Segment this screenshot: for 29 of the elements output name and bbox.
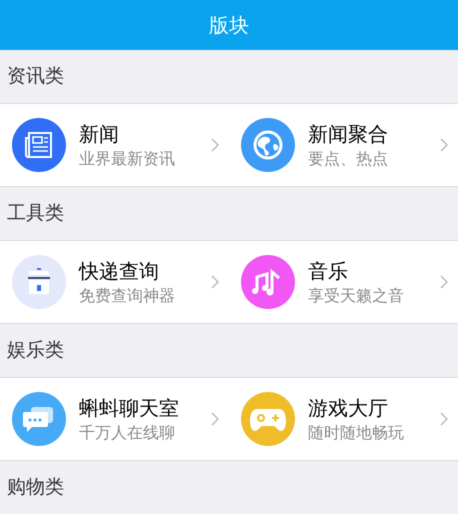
item-title: 新闻 — [79, 121, 120, 148]
category-item[interactable]: 新闻 业界最新资讯 — [0, 104, 229, 186]
item-title: 音乐 — [308, 258, 349, 285]
section-title: 资讯类 — [7, 64, 64, 90]
category-item[interactable]: 新闻聚合 要点、热点 — [229, 104, 458, 186]
chevron-right-icon — [211, 412, 219, 426]
chevron-right-icon — [440, 275, 448, 289]
category-item[interactable]: 快递查询 免费查询神器 — [0, 241, 229, 323]
chevron-right-icon — [440, 412, 448, 426]
item-title: 新闻聚合 — [308, 121, 389, 148]
chevron-right-icon — [211, 138, 219, 152]
item-subtitle: 要点、热点 — [308, 148, 389, 170]
item-subtitle: 随时随地畅玩 — [308, 422, 405, 444]
item-title: 游戏大厅 — [308, 395, 389, 422]
chevron-right-icon — [440, 138, 448, 152]
page-title: 版块 — [209, 12, 249, 39]
item-subtitle: 业界最新资讯 — [79, 148, 176, 170]
item-title: 蝌蚪聊天室 — [79, 395, 180, 422]
section-title: 购物类 — [7, 475, 64, 500]
item-title: 快递查询 — [79, 258, 160, 285]
section-title: 娱乐类 — [7, 338, 64, 364]
item-subtitle: 享受天籁之音 — [308, 285, 405, 307]
section-title: 工具类 — [7, 201, 64, 226]
category-item[interactable]: 蝌蚪聊天室 千万人在线聊 — [0, 378, 229, 460]
item-subtitle: 千万人在线聊 — [79, 422, 176, 444]
category-item[interactable]: 音乐 享受天籁之音 — [229, 241, 458, 323]
item-subtitle: 免费查询神器 — [79, 285, 176, 307]
category-item[interactable]: 游戏大厅 随时随地畅玩 — [229, 378, 458, 460]
chevron-right-icon — [211, 275, 219, 289]
